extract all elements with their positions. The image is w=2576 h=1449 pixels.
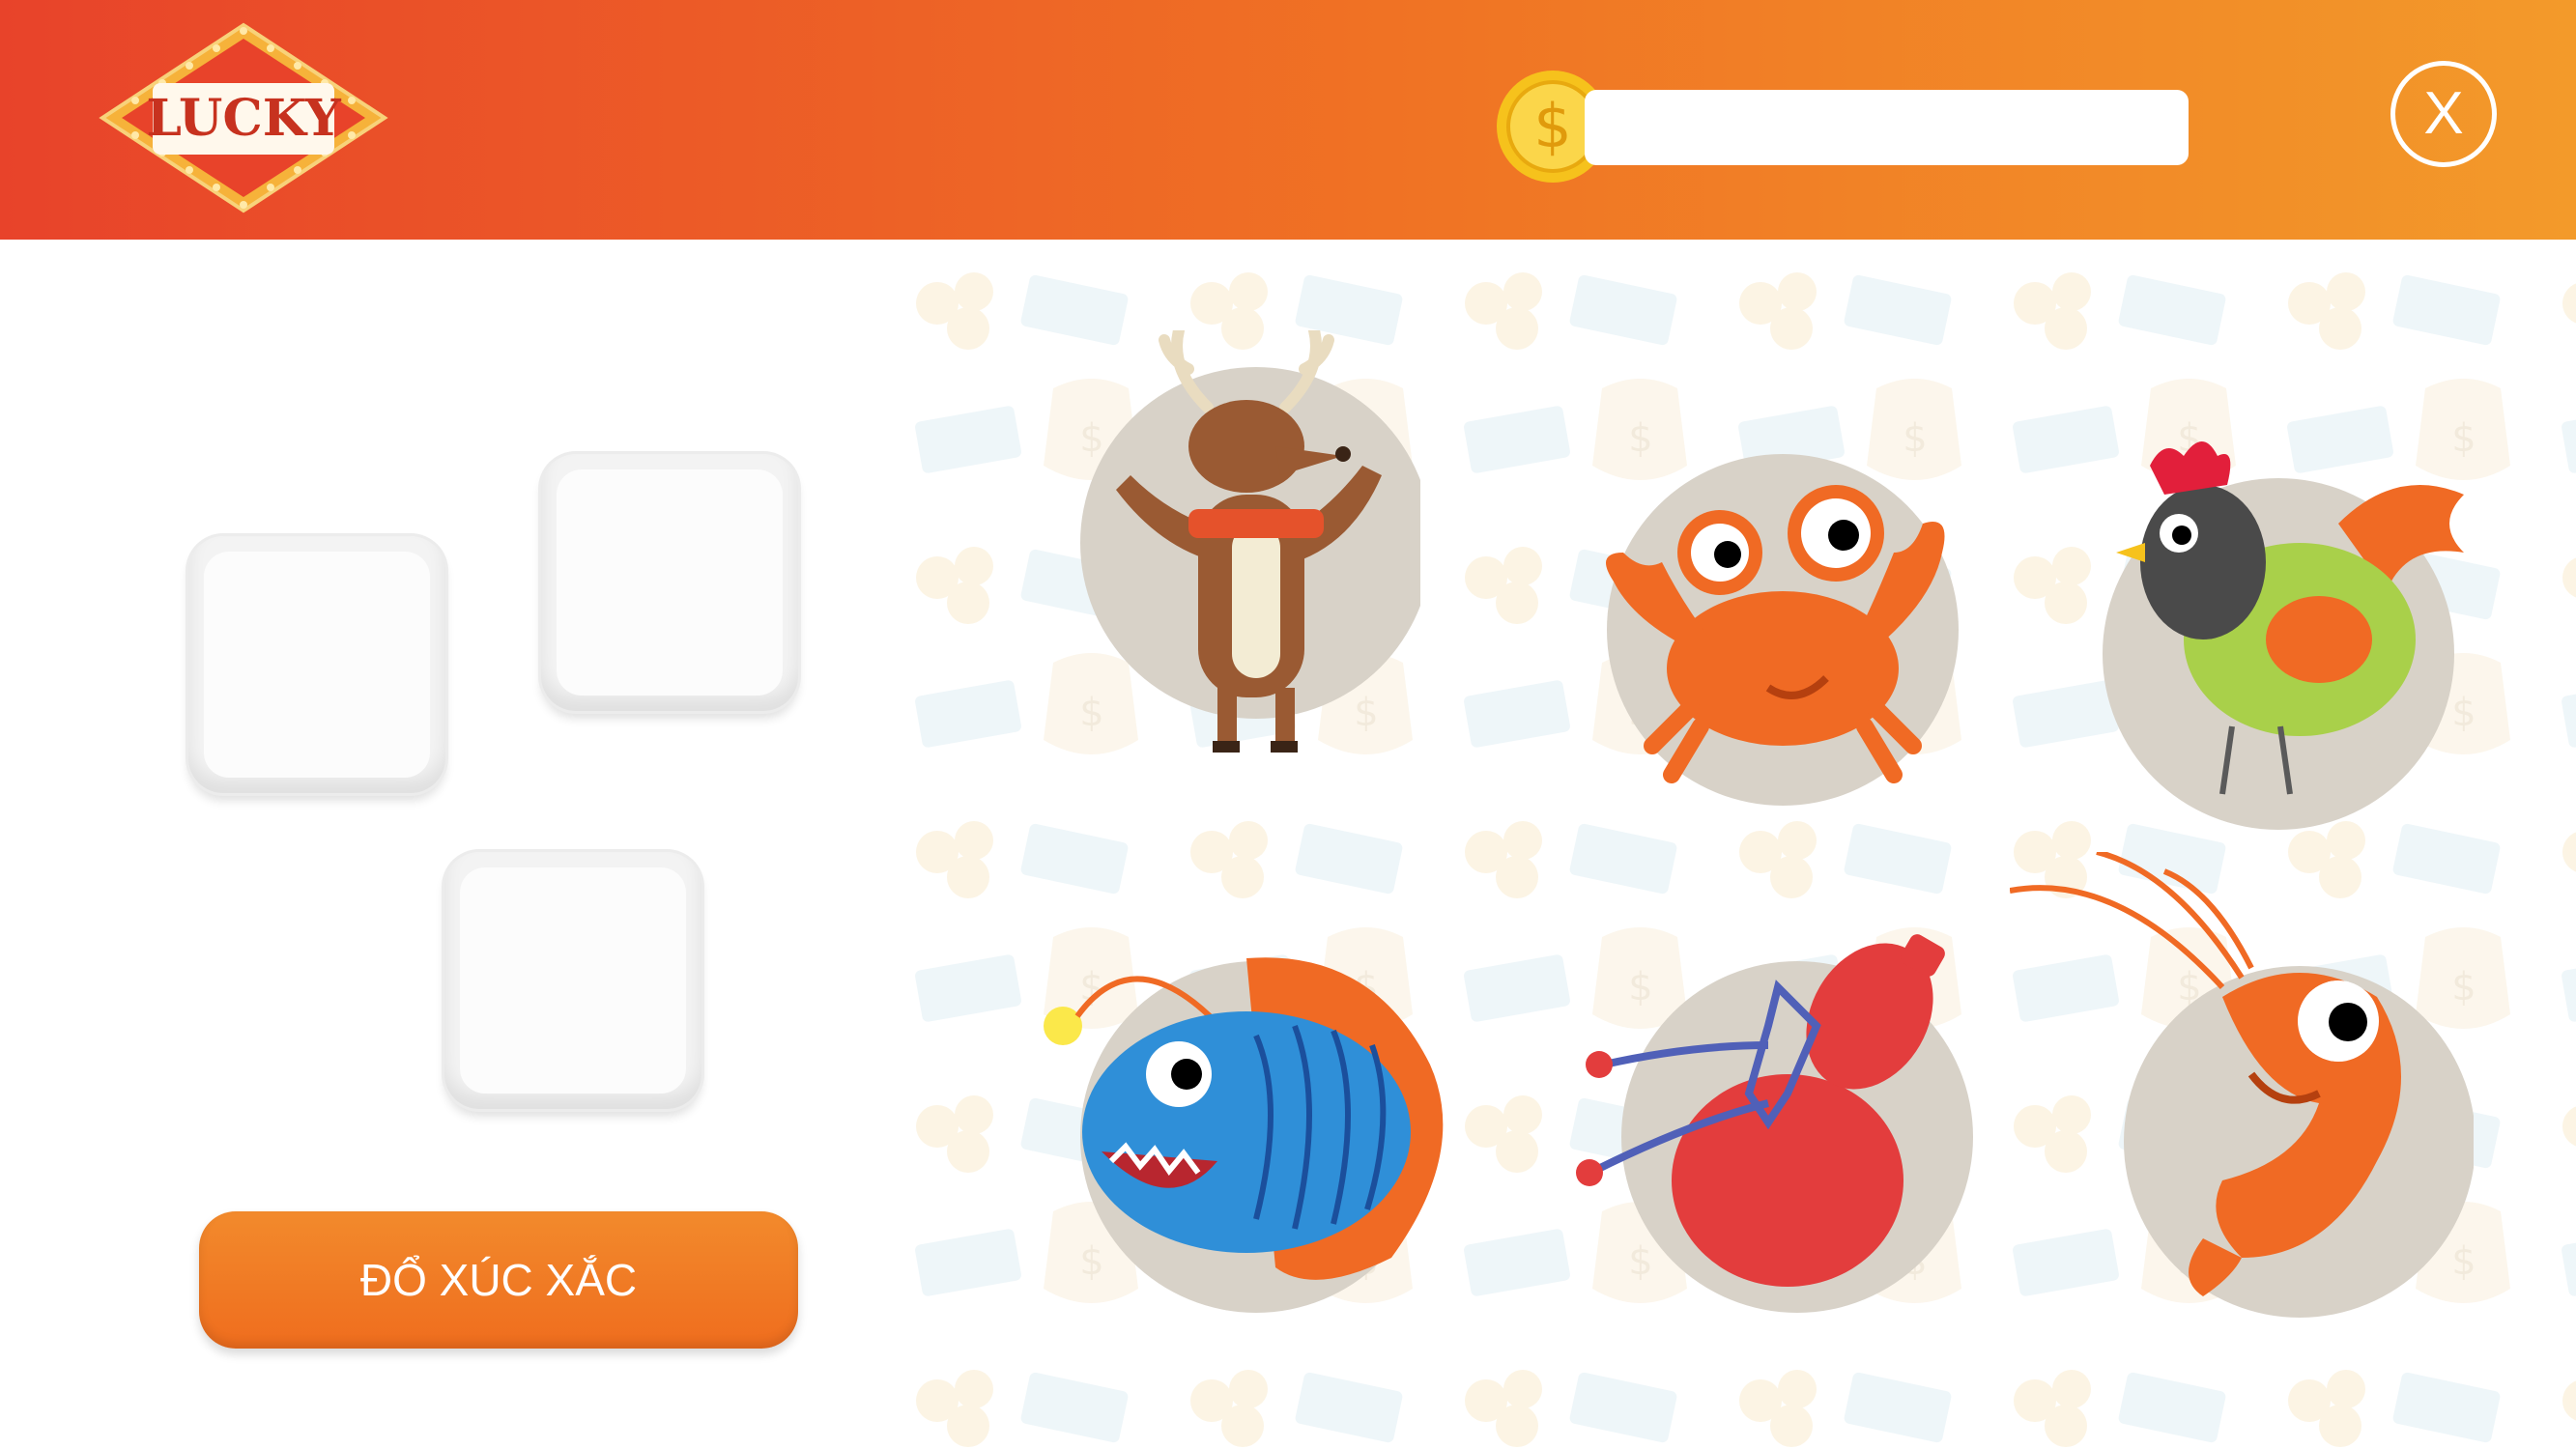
- close-button[interactable]: X: [2390, 61, 2497, 167]
- logo-text: LUCKY: [146, 89, 341, 148]
- balance-value: [1643, 104, 2164, 153]
- rooster-icon[interactable]: [2058, 427, 2464, 833]
- die-face: [460, 867, 686, 1094]
- svg-text:$: $: [1533, 91, 1571, 161]
- top-bar: LUCKY $ X: [0, 0, 2576, 240]
- shrimp-icon[interactable]: [2010, 852, 2474, 1335]
- betting-board: $: [899, 253, 2576, 1449]
- roll-dice-button[interactable]: ĐỔ XÚC XẮC: [199, 1211, 798, 1349]
- die-face: [557, 469, 783, 696]
- close-icon: X: [2423, 80, 2464, 147]
- gourd-icon[interactable]: [1575, 929, 1981, 1335]
- die-face: [204, 552, 430, 778]
- roll-dice-label: ĐỔ XÚC XẮC: [359, 1255, 638, 1305]
- die-3: [444, 852, 701, 1109]
- deer-icon[interactable]: [1073, 330, 1420, 755]
- lucky-logo: LUCKY: [99, 22, 388, 213]
- die-1: [188, 536, 445, 793]
- fish-icon[interactable]: [1024, 929, 1488, 1335]
- die-2: [541, 454, 798, 711]
- crab-icon[interactable]: [1575, 446, 1961, 813]
